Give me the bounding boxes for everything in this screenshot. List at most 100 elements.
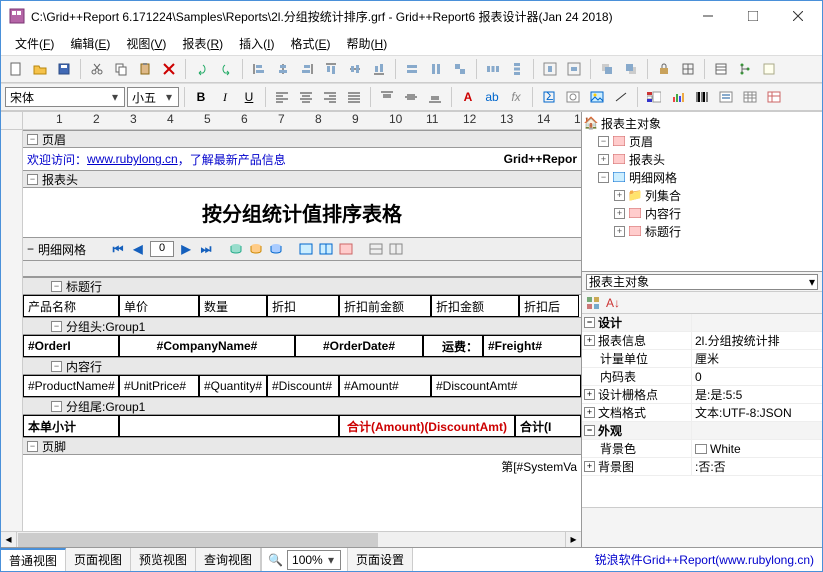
same-size-btn[interactable]: [449, 58, 471, 80]
band-reportheader[interactable]: −报表头: [23, 170, 581, 188]
menu-file[interactable]: 文件(F): [7, 32, 62, 55]
prop-row[interactable]: 内码表0: [582, 368, 822, 386]
new-button[interactable]: [5, 58, 27, 80]
prop-row[interactable]: 背景色White: [582, 440, 822, 458]
bold-button[interactable]: B: [190, 86, 212, 108]
italic-button[interactable]: I: [214, 86, 236, 108]
text-align-right[interactable]: [319, 86, 341, 108]
minimize-button[interactable]: [685, 2, 730, 30]
image-btn[interactable]: [586, 86, 608, 108]
align-center-h-btn[interactable]: [272, 58, 294, 80]
design-surface[interactable]: −页眉 欢迎访问：www.rubylong.cn，了解最新产品信息 Grid++…: [23, 130, 581, 531]
band-contentrow[interactable]: −内容行: [23, 357, 581, 375]
undo-button[interactable]: [191, 58, 213, 80]
redo-button[interactable]: [215, 58, 237, 80]
prop-row[interactable]: +文档格式文本:UTF-8:JSON: [582, 404, 822, 422]
col-header[interactable]: 数量: [199, 295, 267, 317]
sql-btn[interactable]: [228, 241, 244, 257]
grid-cfg1[interactable]: [368, 241, 384, 257]
prop-row[interactable]: +背景图:否:否: [582, 458, 822, 476]
valign-middle[interactable]: [400, 86, 422, 108]
sysvar-btn[interactable]: [562, 86, 584, 108]
shape-btn[interactable]: [610, 86, 632, 108]
text-align-left[interactable]: [271, 86, 293, 108]
menu-format[interactable]: 格式(E): [282, 32, 338, 55]
cr-disc[interactable]: #Discount#: [267, 375, 339, 397]
delete-button[interactable]: [158, 58, 180, 80]
col-header[interactable]: 产品名称: [23, 295, 119, 317]
col-header[interactable]: 折扣前金额: [339, 295, 431, 317]
center-v-btn[interactable]: [563, 58, 585, 80]
grid-view1[interactable]: [298, 241, 314, 257]
band-pageheader[interactable]: −页眉: [23, 130, 581, 148]
nav-index[interactable]: 0: [150, 241, 174, 257]
pf-sysvar[interactable]: 第[#SystemVa: [471, 455, 581, 477]
gh-orderid[interactable]: #OrderI: [23, 335, 119, 357]
zoom-icon[interactable]: 🔍: [268, 553, 283, 567]
col-header[interactable]: 单价: [119, 295, 199, 317]
cr-product[interactable]: #ProductName#: [23, 375, 119, 397]
valign-bottom[interactable]: [424, 86, 446, 108]
gh-company[interactable]: #CompanyName#: [119, 335, 295, 357]
copy-button[interactable]: [110, 58, 132, 80]
center-h-btn[interactable]: [539, 58, 561, 80]
col-header[interactable]: 折扣金额: [431, 295, 519, 317]
align-left-btn[interactable]: [248, 58, 270, 80]
underline-button[interactable]: U: [238, 86, 260, 108]
column-btn[interactable]: [268, 241, 284, 257]
menu-edit[interactable]: 编辑(E): [62, 32, 118, 55]
grid-view2[interactable]: [318, 241, 334, 257]
field-btn[interactable]: [248, 241, 264, 257]
menu-help[interactable]: 帮助(H): [339, 32, 396, 55]
same-width-btn[interactable]: [401, 58, 423, 80]
props-btn[interactable]: [710, 58, 732, 80]
maximize-button[interactable]: [730, 2, 775, 30]
nav-prev[interactable]: ◀: [130, 241, 146, 257]
cut-button[interactable]: [86, 58, 108, 80]
zoom-select[interactable]: 100%▾: [287, 550, 341, 570]
same-height-btn[interactable]: [425, 58, 447, 80]
text-box-btn[interactable]: ab: [481, 86, 503, 108]
richtext-btn[interactable]: [643, 86, 665, 108]
menu-view[interactable]: 视图(V): [118, 32, 174, 55]
tab-query[interactable]: 查询视图: [196, 548, 261, 571]
tab-normal[interactable]: 普通视图: [1, 548, 66, 571]
tree-btn[interactable]: [734, 58, 756, 80]
align-bottom-btn[interactable]: [368, 58, 390, 80]
text-align-justify[interactable]: [343, 86, 365, 108]
gf-redsum[interactable]: 合计(Amount)(DiscountAmt): [339, 415, 515, 437]
band-grouphead[interactable]: −分组头:Group1: [23, 317, 581, 335]
cr-amount[interactable]: #Amount#: [339, 375, 431, 397]
page-setup-btn[interactable]: 页面设置: [348, 548, 413, 571]
cr-qty[interactable]: #Quantity#: [199, 375, 267, 397]
close-button[interactable]: [775, 2, 820, 30]
prop-sort-icon[interactable]: A↓: [606, 296, 620, 310]
chart-btn[interactable]: [667, 86, 689, 108]
grid-cfg2[interactable]: [388, 241, 404, 257]
collapse-icon[interactable]: −: [27, 242, 34, 256]
tree-root[interactable]: 报表主对象: [601, 115, 661, 132]
col-header[interactable]: 折扣后: [519, 295, 579, 317]
subreport-btn[interactable]: [715, 86, 737, 108]
hscrollbar[interactable]: ◂ ▸: [1, 531, 581, 547]
prop-object-select[interactable]: 报表主对象▾: [586, 274, 818, 290]
grid-btn[interactable]: [677, 58, 699, 80]
crosstab-btn[interactable]: [763, 86, 785, 108]
freegrid-btn[interactable]: [739, 86, 761, 108]
font-color-btn[interactable]: A: [457, 86, 479, 108]
report-title[interactable]: 按分组统计值排序表格: [23, 188, 581, 237]
prop-row[interactable]: +设计栅格点是:是:5:5: [582, 386, 822, 404]
align-middle-v-btn[interactable]: [344, 58, 366, 80]
tab-preview[interactable]: 预览视图: [131, 548, 196, 571]
band-titlerow[interactable]: −标题行: [23, 277, 581, 295]
welcome-link[interactable]: www.rubylong.cn: [87, 152, 178, 166]
gf-tail[interactable]: 合计(I: [515, 415, 581, 437]
gf-label[interactable]: 本单小计: [23, 415, 119, 437]
cr-unitprice[interactable]: #UnitPrice#: [119, 375, 199, 397]
prop-row[interactable]: +报表信息2l.分组按统计排: [582, 332, 822, 350]
lock-btn[interactable]: [653, 58, 675, 80]
barcode-btn[interactable]: [691, 86, 713, 108]
font-size-select[interactable]: 小五▾: [127, 87, 179, 107]
align-top-btn[interactable]: [320, 58, 342, 80]
formula-btn[interactable]: fx: [505, 86, 527, 108]
